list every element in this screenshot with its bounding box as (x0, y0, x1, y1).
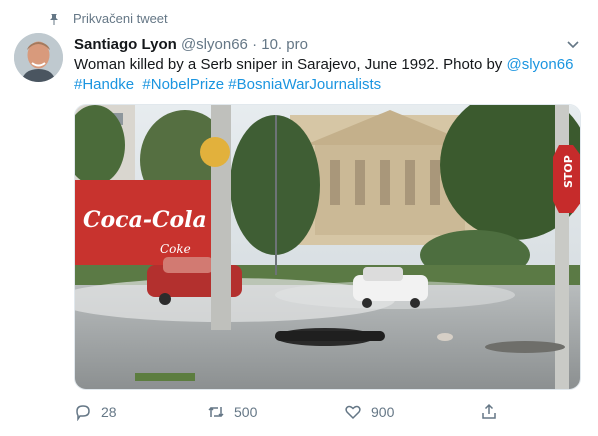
tweet-header: Santiago Lyon @slyon66 · 10. pro (74, 35, 308, 55)
like-button[interactable]: 900 (344, 403, 394, 421)
mention-link[interactable]: @slyon66 (506, 56, 573, 73)
chevron-down-icon[interactable] (566, 37, 580, 51)
tweet-photo[interactable]: Coca-Cola Coke STOP (74, 104, 581, 390)
reply-icon (76, 405, 90, 421)
tweet-date[interactable]: 10. pro (261, 36, 308, 53)
reply-button[interactable]: 28 (74, 403, 117, 421)
share-icon (482, 403, 496, 419)
like-icon (345, 405, 361, 420)
tweet-text: Woman killed by a Serb sniper in Sarajev… (74, 55, 584, 95)
stop-sign-text: STOP (562, 155, 575, 188)
hashtag-link[interactable]: #NobelPrize (142, 76, 224, 93)
hashtag-link[interactable]: #BosniaWarJournalists (228, 76, 381, 93)
pinned-text: Prikvačeni tweet (73, 11, 168, 26)
pinned-tweet-label: Prikvačeni tweet (48, 11, 168, 26)
coke-sign-text: Coke (160, 242, 191, 256)
pin-icon (50, 13, 58, 25)
header-separator: · (252, 36, 258, 53)
like-count: 900 (371, 404, 395, 420)
tweet-actions: 28 500 900 (74, 403, 514, 425)
coca-cola-sign-text: Coca-Cola (83, 207, 207, 233)
reply-count: 28 (101, 404, 117, 420)
author-name[interactable]: Santiago Lyon (74, 36, 177, 53)
tweet-body: Woman killed by a Serb sniper in Sarajev… (74, 56, 507, 73)
retweet-icon (208, 406, 224, 418)
photo-image: Coca-Cola Coke STOP (75, 105, 580, 389)
author-handle[interactable]: @slyon66 (181, 36, 248, 53)
share-button[interactable] (480, 403, 498, 421)
retweet-button[interactable]: 500 (207, 403, 257, 421)
avatar[interactable] (14, 33, 63, 82)
avatar-image (14, 33, 63, 82)
hashtag-link[interactable]: #Handke (74, 76, 134, 93)
retweet-count: 500 (234, 404, 258, 420)
